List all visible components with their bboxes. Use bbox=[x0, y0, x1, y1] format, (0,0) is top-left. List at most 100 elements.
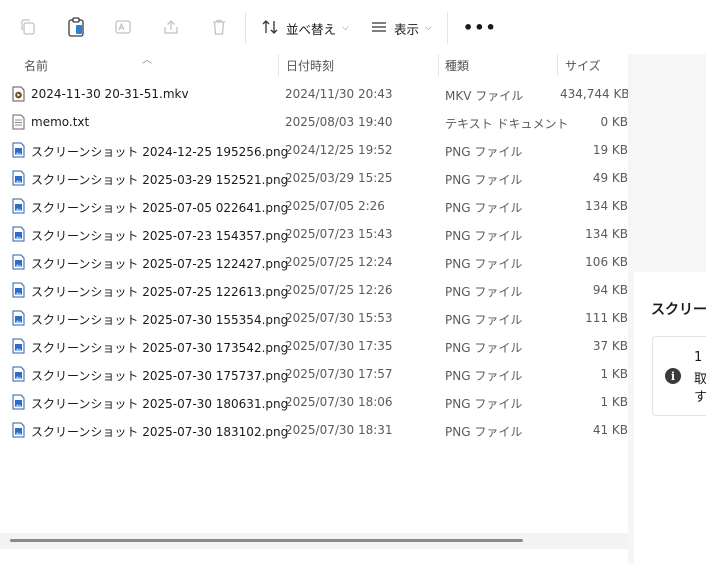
file-date: 2025/07/30 15:53 bbox=[285, 311, 393, 325]
file-name: スクリーンショット 2025-07-30 173542.png bbox=[31, 341, 289, 355]
file-name: スクリーンショット 2024-12-25 195256.png bbox=[31, 145, 289, 159]
column-header-name[interactable]: 名前 bbox=[24, 54, 48, 76]
horizontal-scrollbar-thumb[interactable] bbox=[10, 539, 523, 542]
toolbar-separator bbox=[447, 12, 448, 44]
view-button[interactable]: 表示 ⌵ bbox=[371, 14, 432, 42]
image-file-icon bbox=[12, 310, 25, 326]
sort-label: 並べ替え bbox=[286, 21, 337, 37]
file-date: 2025/07/30 17:57 bbox=[285, 367, 393, 381]
file-type: MKV ファイル bbox=[445, 89, 524, 103]
image-file-icon bbox=[12, 366, 25, 382]
file-date: 2024/11/30 20:43 bbox=[285, 87, 393, 101]
file-row[interactable]: スクリーンショット 2025-07-30 155354.png 2025/07/3… bbox=[0, 305, 628, 333]
image-file-icon bbox=[12, 198, 25, 214]
file-row[interactable]: スクリーンショット 2025-07-23 154357.png 2025/07/2… bbox=[0, 221, 628, 249]
file-row[interactable]: スクリーンショット 2025-07-05 022641.png 2025/07/0… bbox=[0, 193, 628, 221]
file-type: PNG ファイル bbox=[445, 313, 523, 327]
view-list-icon bbox=[371, 20, 387, 37]
file-size: 94 KB bbox=[592, 283, 628, 297]
rename-icon[interactable] bbox=[113, 17, 133, 37]
info-text-line: 取 bbox=[694, 372, 706, 387]
file-name: memo.txt bbox=[31, 115, 90, 129]
video-file-icon bbox=[12, 86, 25, 102]
details-title: スクリーン bbox=[651, 302, 706, 318]
info-text-line: す bbox=[694, 390, 706, 405]
file-name: スクリーンショット 2025-07-23 154357.png bbox=[31, 229, 289, 243]
file-size: 106 KB bbox=[585, 255, 628, 269]
file-date: 2025/07/05 2:26 bbox=[285, 199, 385, 213]
column-header-type[interactable]: 種類 bbox=[445, 54, 469, 76]
file-size: 49 KB bbox=[592, 171, 628, 185]
command-bar: 並べ替え ⌵ 表示 ⌵ ••• bbox=[0, 0, 706, 54]
share-icon[interactable] bbox=[161, 17, 181, 37]
file-name: スクリーンショット 2025-07-30 180631.png bbox=[31, 397, 289, 411]
image-file-icon bbox=[12, 170, 25, 186]
file-row[interactable]: スクリーンショット 2025-07-30 180631.png 2025/07/3… bbox=[0, 389, 628, 417]
file-name: スクリーンショット 2025-03-29 152521.png bbox=[31, 173, 289, 187]
file-name: スクリーンショット 2025-07-30 175737.png bbox=[31, 369, 289, 383]
paste-icon[interactable] bbox=[66, 17, 86, 37]
file-name: スクリーンショット 2025-07-30 183102.png bbox=[31, 425, 289, 439]
info-icon: i bbox=[665, 368, 681, 384]
file-type: PNG ファイル bbox=[445, 397, 523, 411]
file-type: PNG ファイル bbox=[445, 145, 523, 159]
column-divider[interactable] bbox=[438, 54, 439, 76]
sort-icon bbox=[261, 19, 279, 38]
file-row[interactable]: 2024-11-30 20-31-51.mkv 2024/11/30 20:43 M… bbox=[0, 81, 628, 109]
file-size: 111 KB bbox=[585, 311, 628, 325]
file-date: 2025/07/30 18:06 bbox=[285, 395, 393, 409]
file-type: PNG ファイル bbox=[445, 341, 523, 355]
file-name: スクリーンショット 2025-07-25 122613.png bbox=[31, 285, 289, 299]
file-type: PNG ファイル bbox=[445, 257, 523, 271]
info-text-line: 1 bbox=[694, 350, 703, 365]
file-size: 0 KB bbox=[600, 115, 628, 129]
file-type: テキスト ドキュメント bbox=[445, 117, 569, 131]
file-size: 19 KB bbox=[592, 143, 628, 157]
file-row[interactable]: スクリーンショット 2025-07-30 183102.png 2025/07/3… bbox=[0, 417, 628, 445]
file-row[interactable]: スクリーンショット 2025-07-25 122427.png 2025/07/2… bbox=[0, 249, 628, 277]
file-row[interactable]: スクリーンショット 2025-07-25 122613.png 2025/07/2… bbox=[0, 277, 628, 305]
image-file-icon bbox=[12, 338, 25, 354]
file-type: PNG ファイル bbox=[445, 173, 523, 187]
file-type: PNG ファイル bbox=[445, 425, 523, 439]
image-file-icon bbox=[12, 226, 25, 242]
file-date: 2025/07/25 12:26 bbox=[285, 283, 393, 297]
file-date: 2025/07/23 15:43 bbox=[285, 227, 393, 241]
file-row[interactable]: memo.txt 2025/08/03 19:40 テキスト ドキュメント 0 KB bbox=[0, 109, 628, 137]
image-file-icon bbox=[12, 254, 25, 270]
file-type: PNG ファイル bbox=[445, 369, 523, 383]
file-row[interactable]: スクリーンショット 2024-12-25 195256.png 2024/12/2… bbox=[0, 137, 628, 165]
toolbar-separator bbox=[245, 12, 246, 44]
file-list: ︿ 名前 日付時刻 種類 サイズ 2024-11-30 20-31-51.mkv… bbox=[0, 54, 628, 564]
image-file-icon bbox=[12, 282, 25, 298]
sort-ascending-icon: ︿ bbox=[142, 55, 152, 66]
file-date: 2024/12/25 19:52 bbox=[285, 143, 393, 157]
file-size: 134 KB bbox=[585, 227, 628, 241]
file-row[interactable]: スクリーンショット 2025-03-29 152521.png 2025/03/2… bbox=[0, 165, 628, 193]
image-file-icon bbox=[12, 142, 25, 158]
file-size: 1 KB bbox=[600, 367, 628, 381]
file-size: 37 KB bbox=[592, 339, 628, 353]
file-type: PNG ファイル bbox=[445, 201, 523, 215]
file-date: 2025/07/30 18:31 bbox=[285, 423, 393, 437]
column-divider[interactable] bbox=[557, 54, 558, 76]
file-name: スクリーンショット 2025-07-25 122427.png bbox=[31, 257, 289, 271]
file-date: 2025/03/29 15:25 bbox=[285, 171, 393, 185]
chevron-down-icon: ⌵ bbox=[342, 23, 349, 33]
file-size: 41 KB bbox=[592, 423, 628, 437]
file-row[interactable]: スクリーンショット 2025-07-30 175737.png 2025/07/3… bbox=[0, 361, 628, 389]
image-file-icon bbox=[12, 422, 25, 438]
delete-icon[interactable] bbox=[209, 17, 229, 37]
copy-icon[interactable] bbox=[18, 17, 38, 37]
chevron-down-icon: ⌵ bbox=[425, 23, 432, 33]
sort-button[interactable]: 並べ替え ⌵ bbox=[261, 14, 349, 42]
file-type: PNG ファイル bbox=[445, 229, 523, 243]
image-file-icon bbox=[12, 394, 25, 410]
column-header-size[interactable]: サイズ bbox=[565, 54, 601, 76]
column-divider[interactable] bbox=[278, 54, 279, 76]
file-date: 2025/07/25 12:24 bbox=[285, 255, 393, 269]
file-row[interactable]: スクリーンショット 2025-07-30 173542.png 2025/07/3… bbox=[0, 333, 628, 361]
column-header-date[interactable]: 日付時刻 bbox=[286, 54, 334, 76]
more-options-button[interactable]: ••• bbox=[463, 18, 497, 37]
file-type: PNG ファイル bbox=[445, 285, 523, 299]
